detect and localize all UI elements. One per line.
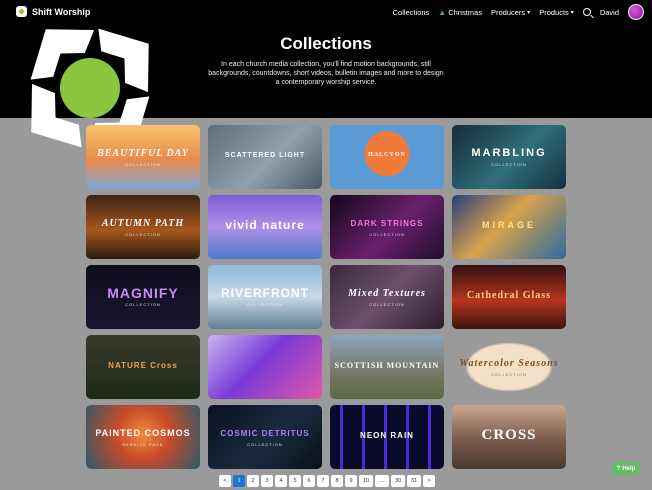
collection-tile[interactable]: Mixed Textures COLLECTION bbox=[330, 265, 444, 329]
collection-tile[interactable]: NEON RAIN bbox=[330, 405, 444, 469]
page-1-button[interactable]: 1 bbox=[233, 475, 245, 487]
collection-tile[interactable]: vivid nature bbox=[208, 195, 322, 259]
brand-logo[interactable]: Shift Worship bbox=[16, 6, 90, 17]
nav-producers-label: Producers bbox=[490, 7, 526, 17]
tile-title: SCOTTISH MOUNTAIN bbox=[334, 361, 440, 370]
search-icon[interactable] bbox=[582, 8, 591, 16]
collection-tile[interactable]: BEAUTIFUL DAY COLLECTION bbox=[86, 125, 200, 189]
avatar[interactable] bbox=[628, 4, 644, 20]
tile-title: Cathedral Glass bbox=[466, 290, 552, 301]
nav-user[interactable]: David bbox=[600, 8, 619, 17]
collection-tile[interactable]: SCATTERED LIGHT bbox=[208, 125, 322, 189]
tile-title: vivid nature bbox=[225, 218, 305, 232]
page-3-button[interactable]: 3 bbox=[261, 475, 273, 487]
nav-products-label: Products bbox=[539, 7, 569, 17]
tile-title: MAGNIFY bbox=[107, 284, 179, 301]
tile-title: Watercolor Seasons bbox=[459, 357, 559, 369]
help-button[interactable]: ? Help bbox=[611, 462, 641, 475]
tile-title: Mixed Textures bbox=[348, 287, 426, 299]
collection-tile[interactable]: DARK STRINGS COLLECTION bbox=[330, 195, 444, 259]
page-7-button[interactable]: 7 bbox=[317, 475, 329, 487]
page-4-button[interactable]: 4 bbox=[275, 475, 287, 487]
page-6-button[interactable]: 6 bbox=[303, 475, 315, 487]
nav-christmas[interactable]: ▲ Christmas bbox=[438, 8, 482, 17]
page-subtitle: In each church media collection, you'll … bbox=[208, 61, 444, 86]
tile-subtitle: COLLECTION bbox=[125, 231, 161, 237]
collection-tile[interactable]: Watercolor Seasons COLLECTION bbox=[452, 335, 566, 399]
page-2-button[interactable]: 2 bbox=[247, 475, 259, 487]
page-31-button[interactable]: 31 bbox=[407, 475, 421, 487]
page-10-button[interactable]: 10 bbox=[359, 475, 373, 487]
collection-tile[interactable]: HALCYON bbox=[330, 125, 444, 189]
collection-tile[interactable]: PAINTED COSMOS SERVICE PACK bbox=[86, 405, 200, 469]
chevron-down-icon: ▾ bbox=[527, 9, 531, 16]
nav-producers[interactable]: Producers ▾ bbox=[491, 8, 530, 17]
tile-subtitle: COLLECTION bbox=[247, 441, 283, 447]
tile-title: RIVERFRONT bbox=[221, 285, 309, 300]
tile-title: MIRAGE bbox=[482, 220, 536, 230]
tile-title: SCATTERED LIGHT bbox=[224, 152, 306, 159]
tile-subtitle: COLLECTION bbox=[369, 301, 405, 307]
chevron-down-icon: ▾ bbox=[570, 9, 574, 16]
tile-title: MARBLING bbox=[471, 146, 547, 159]
page-8-button[interactable]: 8 bbox=[331, 475, 343, 487]
brand-name: Shift Worship bbox=[32, 6, 91, 17]
logo-icon bbox=[16, 6, 27, 17]
nav-products[interactable]: Products ▾ bbox=[539, 8, 574, 17]
collection-tile[interactable]: MAGNIFY COLLECTION bbox=[86, 265, 200, 329]
page-ellipsis: ... bbox=[375, 475, 389, 487]
tile-subtitle: COLLECTION bbox=[491, 161, 527, 167]
collection-tile[interactable]: CROSS bbox=[452, 405, 566, 469]
nav-christmas-label: Christmas bbox=[448, 7, 482, 17]
tile-title: NATURE Cross bbox=[108, 361, 178, 370]
collection-tile[interactable]: AUTUMN PATH COLLECTION bbox=[86, 195, 200, 259]
collection-tile[interactable] bbox=[208, 335, 322, 399]
main-nav: Collections ▲ Christmas Producers ▾ Prod… bbox=[393, 4, 644, 20]
help-label: Help bbox=[622, 465, 636, 472]
tile-subtitle: COLLECTION bbox=[247, 301, 283, 307]
tile-title: BEAUTIFUL DAY bbox=[97, 147, 189, 159]
collection-tile[interactable]: COSMIC DETRITUS COLLECTION bbox=[208, 405, 322, 469]
collection-tile[interactable]: MARBLING COLLECTION bbox=[452, 125, 566, 189]
tile-title: NEON RAIN bbox=[360, 431, 414, 440]
collection-tile[interactable]: RIVERFRONT COLLECTION bbox=[208, 265, 322, 329]
tile-subtitle: COLLECTION bbox=[125, 161, 161, 167]
collection-tile[interactable]: NATURE Cross bbox=[86, 335, 200, 399]
tile-title: HALCYON bbox=[368, 152, 406, 158]
tile-title: COSMIC DETRITUS bbox=[220, 428, 310, 438]
page-9-button[interactable]: 9 bbox=[345, 475, 357, 487]
tile-title: CROSS bbox=[481, 427, 537, 443]
tree-icon: ▲ bbox=[438, 7, 447, 17]
pagination: < 1 2 3 4 5 6 7 8 9 10 ... 30 31 > bbox=[219, 475, 435, 487]
collection-tile[interactable]: SCOTTISH MOUNTAIN bbox=[330, 335, 444, 399]
tile-title: AUTUMN PATH bbox=[101, 217, 185, 229]
collection-tile[interactable]: Cathedral Glass bbox=[452, 265, 566, 329]
page-prev-button[interactable]: < bbox=[219, 475, 231, 487]
page-5-button[interactable]: 5 bbox=[289, 475, 301, 487]
tile-subtitle: COLLECTION bbox=[125, 301, 161, 307]
page-next-button[interactable]: > bbox=[423, 475, 435, 487]
tile-subtitle: SERVICE PACK bbox=[122, 441, 164, 447]
tile-subtitle: COLLECTION bbox=[491, 371, 527, 377]
tile-title: DARK STRINGS bbox=[350, 218, 424, 228]
nav-collections[interactable]: Collections bbox=[393, 8, 430, 17]
help-icon: ? bbox=[616, 465, 621, 472]
tile-subtitle: COLLECTION bbox=[369, 231, 405, 237]
collection-tile[interactable]: MIRAGE bbox=[452, 195, 566, 259]
tile-title: PAINTED COSMOS bbox=[95, 427, 191, 438]
page-30-button[interactable]: 30 bbox=[391, 475, 405, 487]
